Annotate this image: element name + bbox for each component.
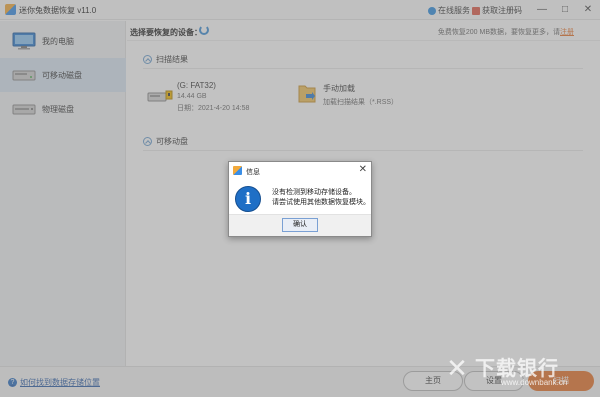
dialog-body: i 没有检测到移动存储设备。 请尝试使用其他数据恢复模块。	[229, 179, 371, 219]
watermark-text: 下载银行	[475, 358, 559, 380]
watermark-logo-icon: ✕	[446, 353, 468, 383]
ok-button[interactable]: 确认	[282, 218, 318, 232]
info-icon: i	[235, 186, 261, 212]
dialog-title-bar: 信息 ✕	[229, 162, 371, 179]
dialog-footer: 确认	[229, 214, 371, 236]
info-dialog: 信息 ✕ i 没有检测到移动存储设备。 请尝试使用其他数据恢复模块。 确认	[228, 161, 372, 237]
dialog-message-line1: 没有检测到移动存储设备。	[272, 189, 356, 196]
dialog-close-button[interactable]: ✕	[359, 164, 367, 175]
app-logo-icon	[233, 166, 242, 175]
watermark: ✕ 下载银行 www.downbank.cn	[443, 350, 599, 396]
dialog-message-line2: 请尝试使用其他数据恢复模块。	[272, 199, 370, 206]
dialog-title: 信息	[246, 169, 260, 176]
watermark-url: www.downbank.cn	[501, 378, 568, 387]
